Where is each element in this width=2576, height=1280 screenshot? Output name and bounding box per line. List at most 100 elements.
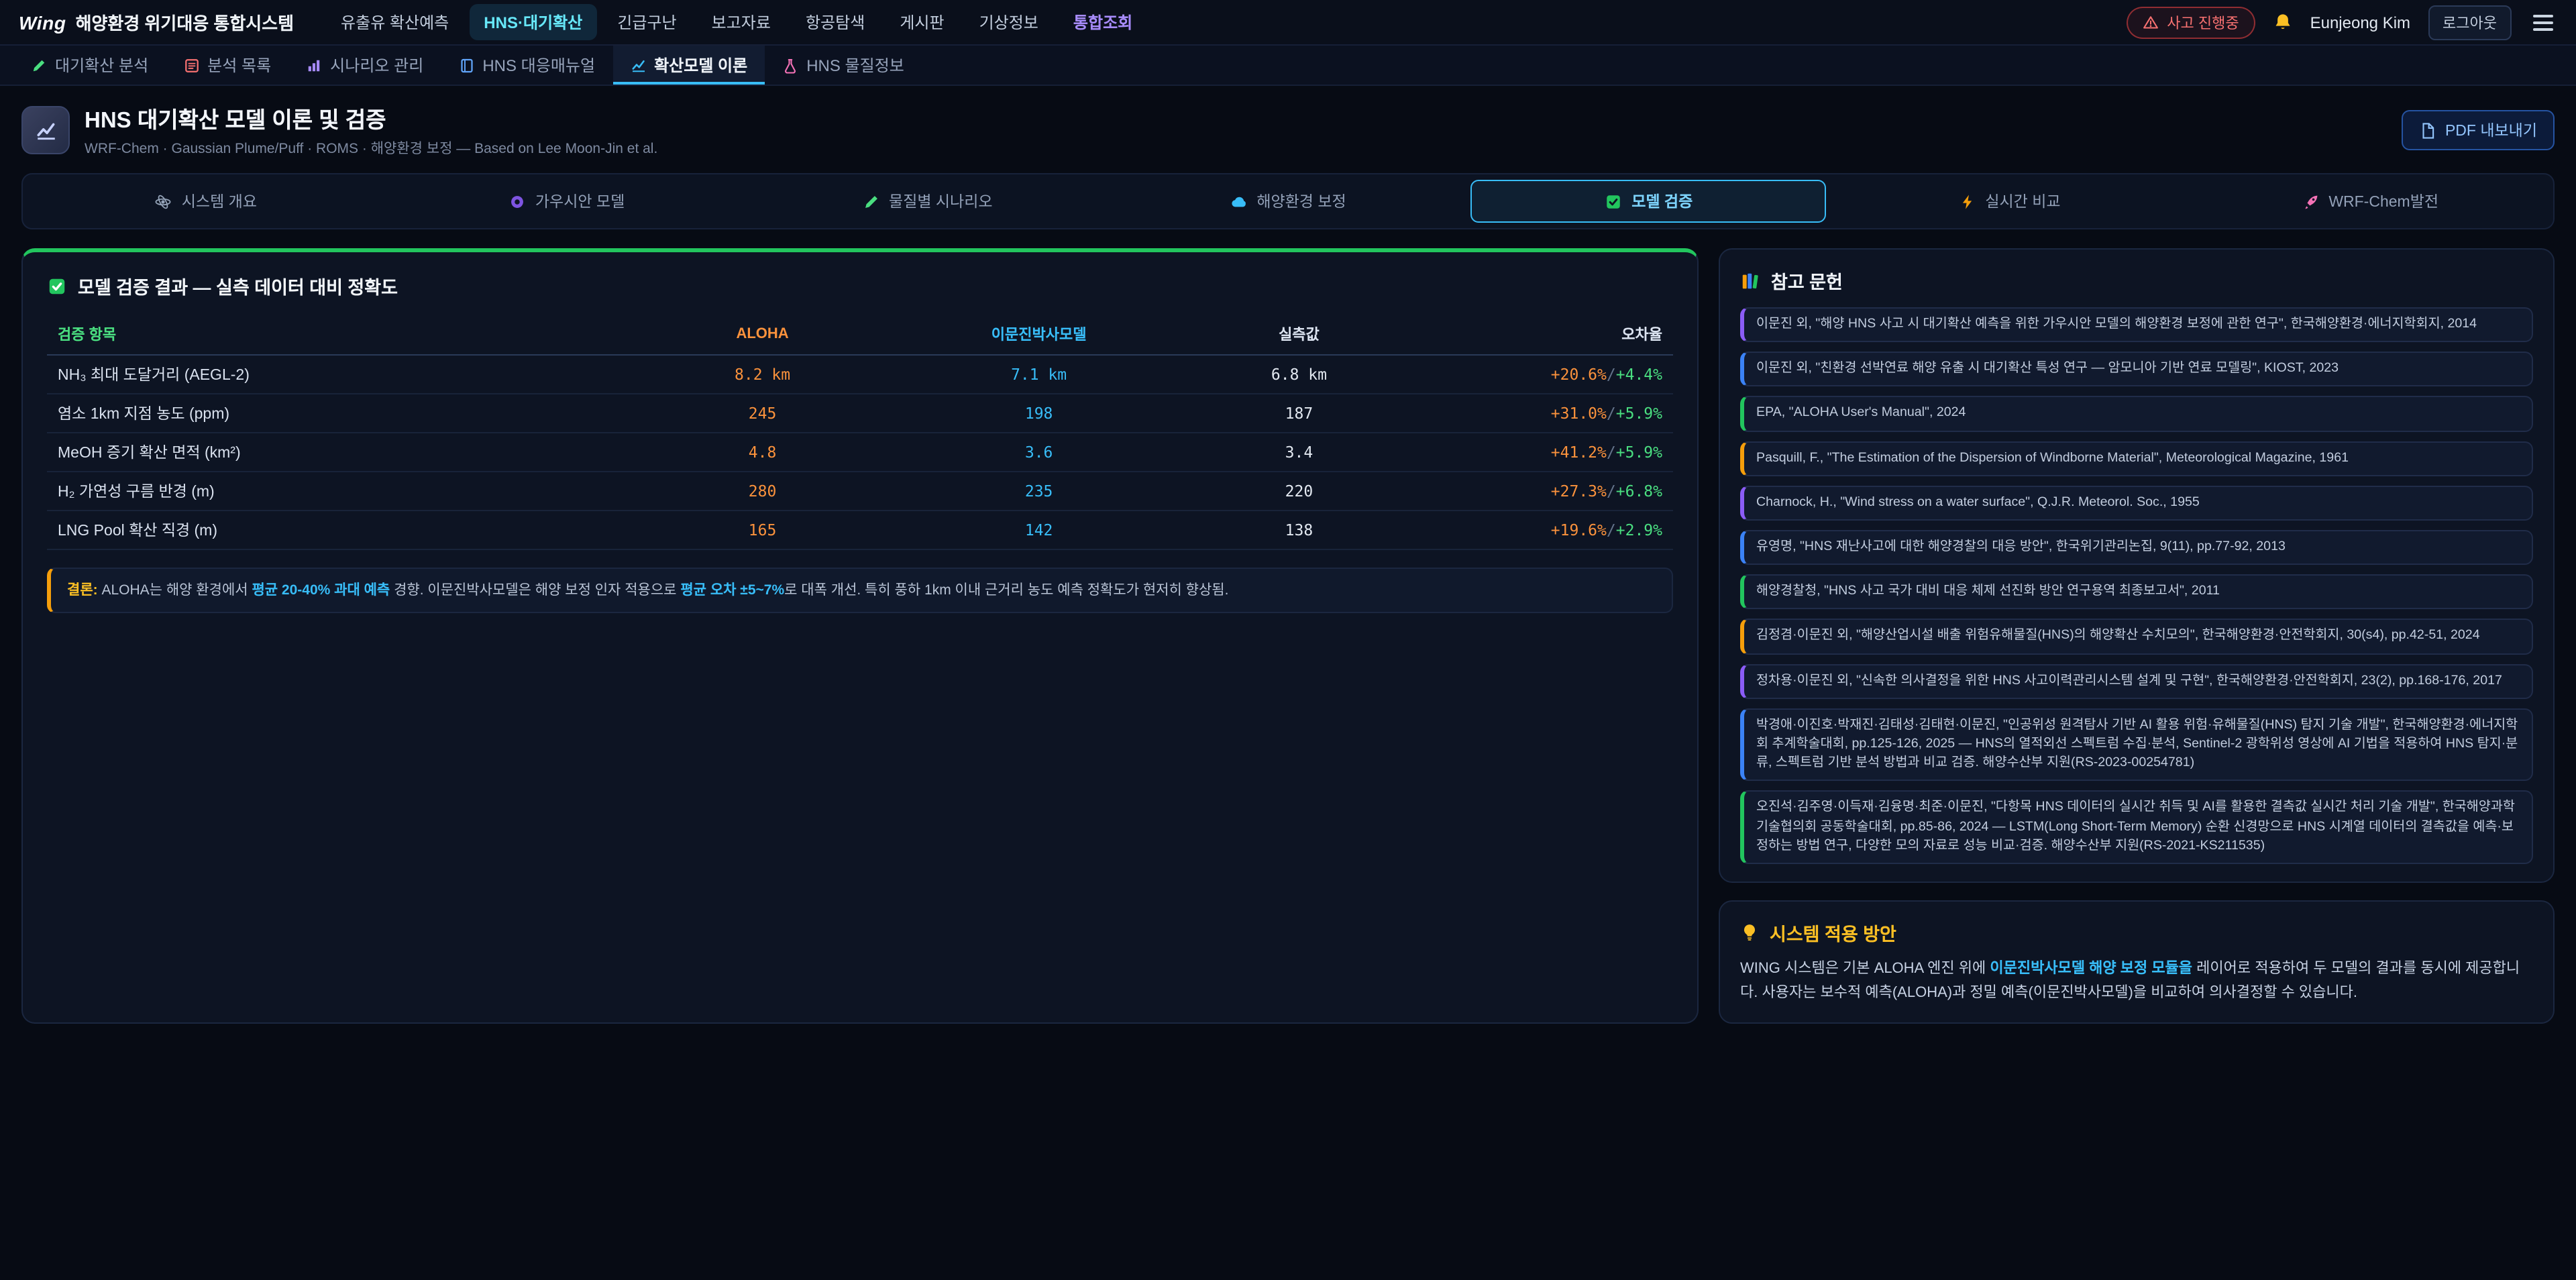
sub-nav-tab-label: 확산모델 이론 [654, 54, 747, 76]
section-tab-label: WRF-Chem발전 [2328, 191, 2438, 212]
error-value: +41.2%/+5.9% [1413, 433, 1673, 472]
column-header: 실측값 [1185, 314, 1413, 355]
section-tab[interactable]: 물질별 시나리오 [749, 180, 1105, 223]
reference-item: 해양경찰청, "HNS 사고 국가 대비 대응 체제 선진화 방안 연구용역 최… [1740, 574, 2533, 609]
sub-nav-tab[interactable]: 대기확산 분석 [13, 46, 166, 85]
application-panel-title: 시스템 적용 방안 [1740, 919, 2533, 946]
application-panel: 시스템 적용 방안 WING 시스템은 기본 ALOHA 엔진 위에 이문진박사… [1719, 900, 2555, 1024]
hamburger-menu-icon[interactable] [2529, 10, 2557, 34]
top-nav-item[interactable]: 긴급구난 [602, 4, 691, 40]
sub-nav-tab[interactable]: 확산모델 이론 [612, 46, 765, 85]
aloha-value: 4.8 [633, 433, 893, 472]
aloha-value: 280 [633, 472, 893, 511]
measured-value: 220 [1185, 472, 1413, 511]
application-text: WING 시스템은 기본 ALOHA 엔진 위에 이문진박사모델 해양 보정 모… [1740, 957, 2533, 1006]
document-icon [2420, 121, 2437, 139]
reference-item: EPA, "ALOHA User's Manual", 2024 [1740, 396, 2533, 431]
atom-icon [155, 193, 172, 210]
sub-nav-tab[interactable]: HNS 대응매뉴얼 [441, 46, 612, 85]
brand-logo: Wing [19, 12, 66, 34]
sub-nav-tab[interactable]: 시나리오 관리 [288, 46, 441, 85]
reference-item: Charnock, H., "Wind stress on a water su… [1740, 486, 2533, 521]
validation-panel: 모델 검증 결과 — 실측 데이터 대비 정확도 검증 항목ALOHA이문진박사… [21, 248, 1699, 1024]
error-value: +31.0%/+5.9% [1413, 394, 1673, 433]
model-value: 3.6 [892, 433, 1185, 472]
page-subtitle: WRF-Chem · Gaussian Plume/Puff · ROMS · … [85, 138, 657, 158]
validation-row: NH₃ 최대 도달거리 (AEGL-2)8.2 km7.1 km6.8 km+2… [47, 355, 1673, 394]
logout-button[interactable]: 로그아웃 [2428, 5, 2512, 40]
books-icon [1740, 270, 1760, 290]
validation-row: MeOH 증기 확산 면적 (km²)4.83.63.4+41.2%/+5.9% [47, 433, 1673, 472]
measured-value: 187 [1185, 394, 1413, 433]
validation-table: 검증 항목ALOHA이문진박사모델실측값오차율 NH₃ 최대 도달거리 (AEG… [47, 314, 1673, 550]
model-value: 235 [892, 472, 1185, 511]
page-header-left: HNS 대기확산 모델 이론 및 검증 WRF-Chem · Gaussian … [21, 102, 657, 158]
section-tab[interactable]: 시스템 개요 [28, 180, 384, 223]
top-nav-item[interactable]: 기상정보 [965, 4, 1053, 40]
sub-navbar: 대기확산 분석 분석 목록시나리오 관리HNS 대응매뉴얼 확산모델 이론 HNS 물… [0, 46, 2576, 86]
check-square-icon [47, 276, 67, 296]
top-nav-item[interactable]: 통합조회 [1059, 4, 1147, 40]
top-nav-item[interactable]: 유출유 확산예측 [326, 4, 464, 40]
reference-item: Pasquill, F., "The Estimation of the Dis… [1740, 441, 2533, 476]
page-header: HNS 대기확산 모델 이론 및 검증 WRF-Chem · Gaussian … [0, 86, 2576, 173]
top-nav-item[interactable]: 보고자료 [697, 4, 786, 40]
section-tab[interactable]: 모델 검증 [1471, 180, 1827, 223]
page-title: HNS 대기확산 모델 이론 및 검증 [85, 102, 657, 134]
top-nav-item[interactable]: HNS·대기확산 [469, 4, 597, 40]
error-value: +20.6%/+4.4% [1413, 355, 1673, 394]
references-title-text: 참고 문헌 [1771, 267, 1843, 294]
sub-nav-tab[interactable]: HNS 물질정보 [765, 46, 922, 85]
section-tab-label: 모델 검증 [1631, 191, 1693, 212]
column-header: 이문진박사모델 [892, 314, 1185, 355]
reference-item: 오진석·김주영·이득재·김융명·최준·이문진, "다항목 HNS 데이터의 실시… [1740, 791, 2533, 864]
top-nav-item[interactable]: 게시판 [885, 4, 959, 40]
book-icon [458, 57, 474, 73]
error-value: +27.3%/+6.8% [1413, 472, 1673, 511]
reference-item: 김정겸·이문진 외, "해양산업시설 배출 위험유해물질(HNS)의 해양확산 … [1740, 619, 2533, 654]
metric-name: H₂ 가연성 구름 반경 (m) [47, 472, 633, 511]
section-tab-label: 해양환경 보정 [1256, 191, 1346, 212]
validation-row: H₂ 가연성 구름 반경 (m)280235220+27.3%/+6.8% [47, 472, 1673, 511]
section-tab[interactable]: 실시간 비교 [1832, 180, 2188, 223]
section-tab-bar: 시스템 개요가우시안 모델물질별 시나리오 해양환경 보정 모델 검증 실시간 비교 W… [21, 173, 2555, 229]
section-tab[interactable]: 해양환경 보정 [1110, 180, 1466, 223]
metric-name: MeOH 증기 확산 면적 (km²) [47, 433, 633, 472]
references-panel-title: 참고 문헌 [1740, 267, 2533, 294]
pdf-export-label: PDF 내보내기 [2445, 119, 2537, 141]
top-nav-menu: 유출유 확산예측HNS·대기확산긴급구난보고자료항공탐색게시판기상정보통합조회 [326, 4, 1147, 40]
brand-title: 해양환경 위기대응 통합시스템 [76, 9, 294, 35]
reference-item: 이문진 외, "친환경 선박연료 해양 유출 시 대기확산 특성 연구 — 암모… [1740, 352, 2533, 386]
circle-icon [508, 193, 526, 210]
brand: Wing 해양환경 위기대응 통합시스템 [19, 9, 294, 35]
validation-row: LNG Pool 확산 직경 (m)165142138+19.6%/+2.9% [47, 511, 1673, 549]
sub-nav-tab-label: HNS 물질정보 [806, 54, 904, 76]
measured-value: 138 [1185, 511, 1413, 549]
section-tab-label: 실시간 비교 [1985, 191, 2060, 212]
chart-line-icon [34, 119, 57, 142]
aloha-value: 245 [633, 394, 893, 433]
references-panel: 참고 문헌 이문진 외, "해양 HNS 사고 시 대기확산 예측을 위한 가우… [1719, 248, 2555, 883]
top-nav-right: 사고 진행중 Eunjeong Kim 로그아웃 [2127, 5, 2557, 40]
metric-name: LNG Pool 확산 직경 (m) [47, 511, 633, 549]
cloud-icon [1230, 193, 1247, 210]
pdf-export-button[interactable]: PDF 내보내기 [2402, 110, 2555, 150]
reference-item: 유영명, "HNS 재난사고에 대한 해양경찰의 대응 방안", 한국위기관리논… [1740, 530, 2533, 565]
page-chart-icon [21, 106, 70, 154]
right-column: 참고 문헌 이문진 외, "해양 HNS 사고 시 대기확산 예측을 위한 가우… [1719, 248, 2555, 1024]
aloha-value: 8.2 km [633, 355, 893, 394]
section-tab[interactable]: WRF-Chem발전 [2192, 180, 2548, 223]
reference-item: 정차용·이문진 외, "신속한 의사결정을 위한 HNS 사고이력관리시스템 설… [1740, 663, 2533, 698]
sub-nav-tab[interactable]: 분석 목록 [166, 46, 288, 85]
notification-bell-icon[interactable] [2273, 12, 2293, 32]
section-tab[interactable]: 가우시안 모델 [389, 180, 745, 223]
flask-icon [782, 57, 798, 73]
reference-list: 이문진 외, "해양 HNS 사고 시 대기확산 예측을 위한 가우시안 모델의… [1740, 307, 2533, 864]
incident-status-badge: 사고 진행중 [2127, 6, 2255, 38]
page-title-block: HNS 대기확산 모델 이론 및 검증 WRF-Chem · Gaussian … [85, 102, 657, 158]
warning-icon [2143, 14, 2159, 30]
measured-value: 3.4 [1185, 433, 1413, 472]
top-nav-item[interactable]: 항공탐색 [791, 4, 879, 40]
sub-nav-tab-label: 대기확산 분석 [55, 54, 148, 76]
application-title-text: 시스템 적용 방안 [1770, 919, 1896, 946]
